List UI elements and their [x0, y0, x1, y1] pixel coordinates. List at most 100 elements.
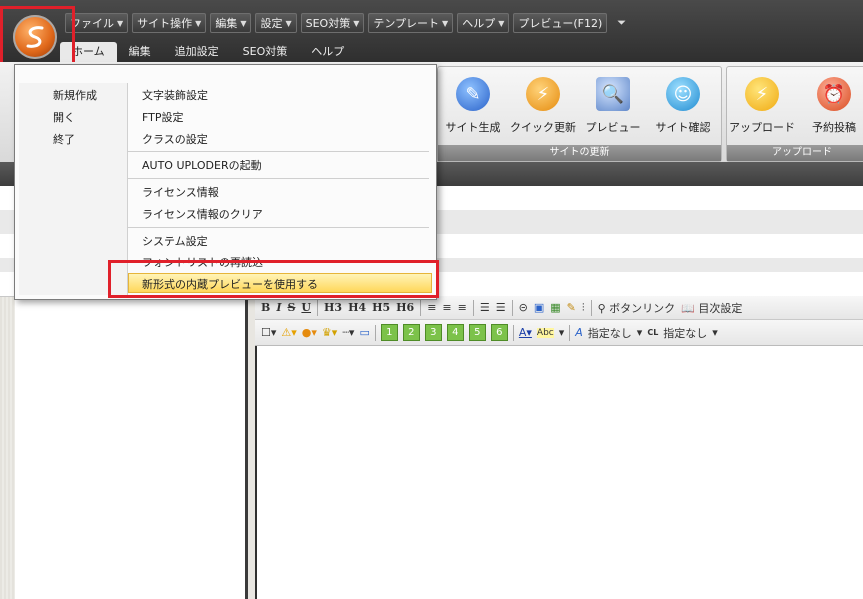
number-6-button[interactable]: 6: [490, 324, 508, 341]
dropdown-caret-icon[interactable]: ▾: [712, 326, 718, 339]
group-label: サイトの更新: [438, 145, 721, 161]
bullet-list-icon[interactable]: ☰: [480, 301, 490, 314]
scheduled-post-button[interactable]: ⏰ 予約投稿: [799, 77, 863, 135]
align-right-icon[interactable]: ≡: [458, 301, 467, 314]
menu-item-new[interactable]: 新規作成: [53, 87, 97, 103]
bold-button[interactable]: B: [261, 301, 270, 314]
separator: [590, 299, 592, 316]
tab-help[interactable]: ヘルプ: [299, 42, 356, 62]
button-label: ボタンリンク: [609, 301, 676, 315]
numbered-list-icon[interactable]: ☰: [496, 301, 506, 314]
align-center-icon[interactable]: ≡: [442, 301, 451, 314]
link-icon[interactable]: ⊝: [519, 301, 528, 314]
qa-label: ヘルプ: [462, 17, 496, 30]
caret-down-icon: ▼: [195, 18, 202, 28]
accessibility-icon: ☺: [666, 77, 700, 111]
site-update-group: ✎ サイト生成 ⚡ クイック更新 🔍 プレビュー ☺ サイト確認 サイトの更新: [437, 66, 722, 162]
italic-button[interactable]: I: [276, 301, 281, 314]
qa-preview-button[interactable]: プレビュー(F12): [513, 13, 608, 33]
h5-button[interactable]: H5: [372, 301, 390, 314]
strike-button[interactable]: S: [287, 301, 295, 314]
class-select[interactable]: 指定なし: [663, 325, 707, 341]
upload-button[interactable]: ⚡ アップロード: [727, 77, 797, 135]
underline-button[interactable]: U: [301, 301, 311, 314]
toc-settings-button[interactable]: 📖 目次設定: [681, 300, 742, 316]
image-icon[interactable]: ▣: [534, 301, 544, 314]
menu-item-exit[interactable]: 終了: [53, 131, 75, 147]
qa-help-menu[interactable]: ヘルプ ▼: [457, 13, 510, 33]
qa-label: SEO対策: [305, 17, 351, 30]
separator: [569, 324, 571, 341]
separator: [420, 299, 422, 316]
magnifier-icon: 🔍: [596, 77, 630, 111]
number-3-button[interactable]: 3: [424, 324, 442, 341]
tab-edit[interactable]: 編集: [117, 42, 163, 62]
h3-button[interactable]: H3: [324, 301, 342, 314]
font-style-select[interactable]: 指定なし: [588, 325, 632, 341]
menu-item-ftp-settings[interactable]: FTP設定: [142, 109, 184, 125]
coin-icon[interactable]: ●▾: [302, 326, 317, 339]
warning-icon[interactable]: ⚠▾: [281, 326, 296, 339]
insert-toolbar: ☐▾ ⚠▾ ●▾ ♛▾ ┈▾ ▭ 1 2 3 4 5 6 A▾ Abc ▾ A …: [255, 320, 863, 346]
button-label: サイト生成: [445, 121, 501, 134]
crown-icon[interactable]: ♛▾: [322, 326, 337, 339]
caret-down-icon: ▼: [498, 18, 505, 28]
align-left-icon[interactable]: ≡: [427, 301, 436, 314]
menu-item-clear-license[interactable]: ライセンス情報のクリア: [142, 206, 263, 222]
number-2-button[interactable]: 2: [402, 324, 420, 341]
box-icon[interactable]: ☐▾: [261, 326, 276, 339]
menu-item-auto-uploader[interactable]: AUTO UPLODERの起動: [142, 157, 262, 173]
speech-bubble-icon[interactable]: ▭: [359, 326, 369, 339]
table-icon[interactable]: ▦: [550, 301, 560, 314]
dropdown-caret-icon[interactable]: ▾: [559, 326, 565, 339]
qa-seo-menu[interactable]: SEO対策 ▼: [300, 13, 365, 33]
button-label: プレビュー: [585, 121, 641, 134]
site-check-button[interactable]: ☺ サイト確認: [648, 77, 718, 135]
editor-content-area[interactable]: [255, 346, 863, 599]
h6-button[interactable]: H6: [396, 301, 414, 314]
separator: [472, 299, 474, 316]
number-5-button[interactable]: 5: [468, 324, 486, 341]
separator: [374, 324, 376, 341]
font-color-icon[interactable]: A▾: [519, 326, 532, 339]
qa-template-menu[interactable]: テンプレート ▼: [368, 13, 454, 33]
menu-item-open[interactable]: 開く: [53, 109, 75, 125]
book-icon: 📖: [681, 301, 695, 315]
annotation-highlight-box: [108, 260, 439, 298]
tab-seo[interactable]: SEO対策: [231, 42, 300, 62]
qa-label: テンプレート: [373, 17, 440, 30]
button-label: サイト確認: [655, 121, 711, 134]
ribbon-tabs: ホーム 編集 追加設定 SEO対策 ヘルプ: [60, 40, 356, 62]
class-icon: CL: [647, 328, 659, 337]
highlight-color-button[interactable]: Abc: [536, 327, 554, 338]
annotation-highlight-box: [0, 6, 75, 70]
generate-site-icon: ✎: [456, 77, 490, 111]
indent-icon[interactable]: ⫶: [582, 301, 585, 315]
button-label: 予約投稿: [812, 121, 856, 134]
pin-icon: ⚲: [597, 301, 606, 315]
eraser-icon[interactable]: ✎: [567, 301, 576, 314]
tab-additional-settings[interactable]: 追加設定: [163, 42, 231, 62]
menu-item-system-settings[interactable]: システム設定: [142, 233, 208, 249]
menu-item-class-settings[interactable]: クラスの設定: [142, 131, 208, 147]
qa-settings-menu[interactable]: 設定 ▼: [255, 13, 297, 33]
number-1-button[interactable]: 1: [380, 324, 398, 341]
menu-item-license-info[interactable]: ライセンス情報: [142, 184, 219, 200]
group-label: アップロード: [727, 145, 863, 161]
qa-edit-menu[interactable]: 編集 ▼: [210, 13, 252, 33]
customize-toolbar-icon[interactable]: ⏷: [617, 16, 626, 30]
qa-label: プレビュー(F12): [518, 17, 603, 30]
menu-item-text-decoration-settings[interactable]: 文字装飾設定: [142, 87, 208, 103]
number-4-button[interactable]: 4: [446, 324, 464, 341]
dropdown-caret-icon[interactable]: ▾: [637, 326, 643, 339]
preview-button[interactable]: 🔍 プレビュー: [578, 77, 648, 135]
qa-site-ops-menu[interactable]: サイト操作 ▼: [132, 13, 207, 33]
h4-button[interactable]: H4: [348, 301, 366, 314]
generate-site-button[interactable]: ✎ サイト生成: [438, 77, 508, 135]
font-style-icon: A: [575, 326, 583, 339]
qa-label: サイト操作: [137, 17, 193, 30]
line-icon[interactable]: ┈▾: [342, 326, 354, 339]
separator: [511, 299, 513, 316]
quick-update-button[interactable]: ⚡ クイック更新: [508, 77, 578, 135]
button-link-button[interactable]: ⚲ ボタンリンク: [598, 300, 676, 316]
